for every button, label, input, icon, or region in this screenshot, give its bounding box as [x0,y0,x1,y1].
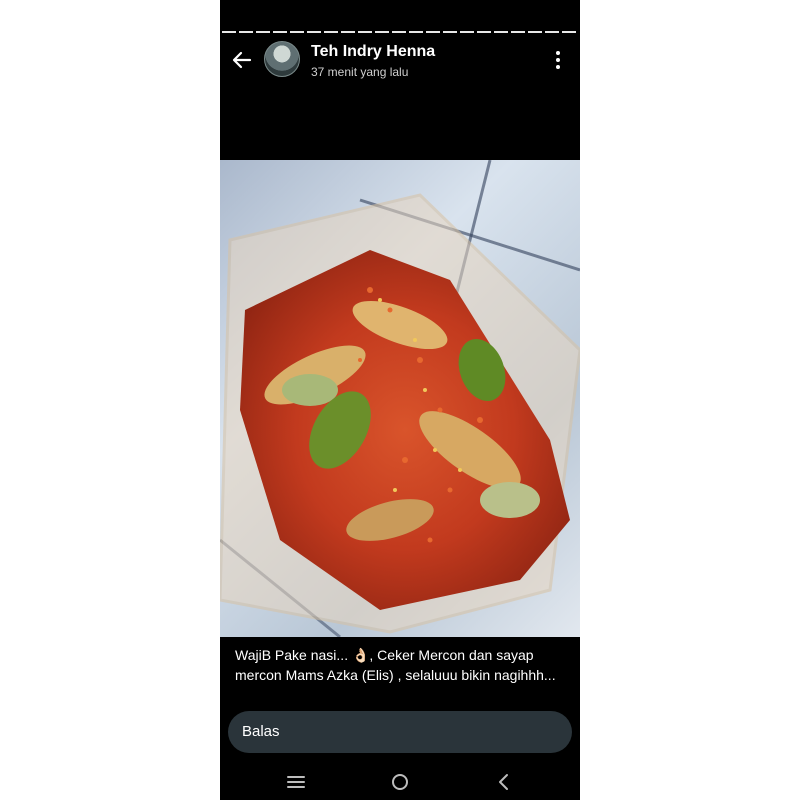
back-button[interactable] [230,48,254,72]
arrow-left-icon [232,51,252,69]
story-timestamp: 37 menit yang lalu [311,65,409,79]
menu-lines-icon [287,776,305,788]
more-options-button[interactable] [548,48,568,72]
system-navigation-bar [220,762,580,800]
story-header: Teh Indry Henna 37 menit yang lalu [220,36,580,86]
reply-input[interactable]: Balas [228,711,572,753]
system-back-button[interactable] [492,770,516,794]
food-photo-illustration [220,160,580,637]
more-vertical-icon [556,51,560,69]
home-button[interactable] [388,770,412,794]
story-progress-bar [222,31,578,33]
status-viewer: Teh Indry Henna 37 menit yang lalu WajiB… [220,0,580,800]
chevron-left-icon [499,774,508,790]
circle-home-icon [392,774,408,790]
recents-button[interactable] [284,770,308,794]
story-caption: WajiB Pake nasi... 👌🏻, Ceker Mercon dan … [235,647,556,683]
avatar[interactable] [264,41,300,77]
author-name[interactable]: Teh Indry Henna [311,43,435,61]
story-photo [220,160,580,637]
